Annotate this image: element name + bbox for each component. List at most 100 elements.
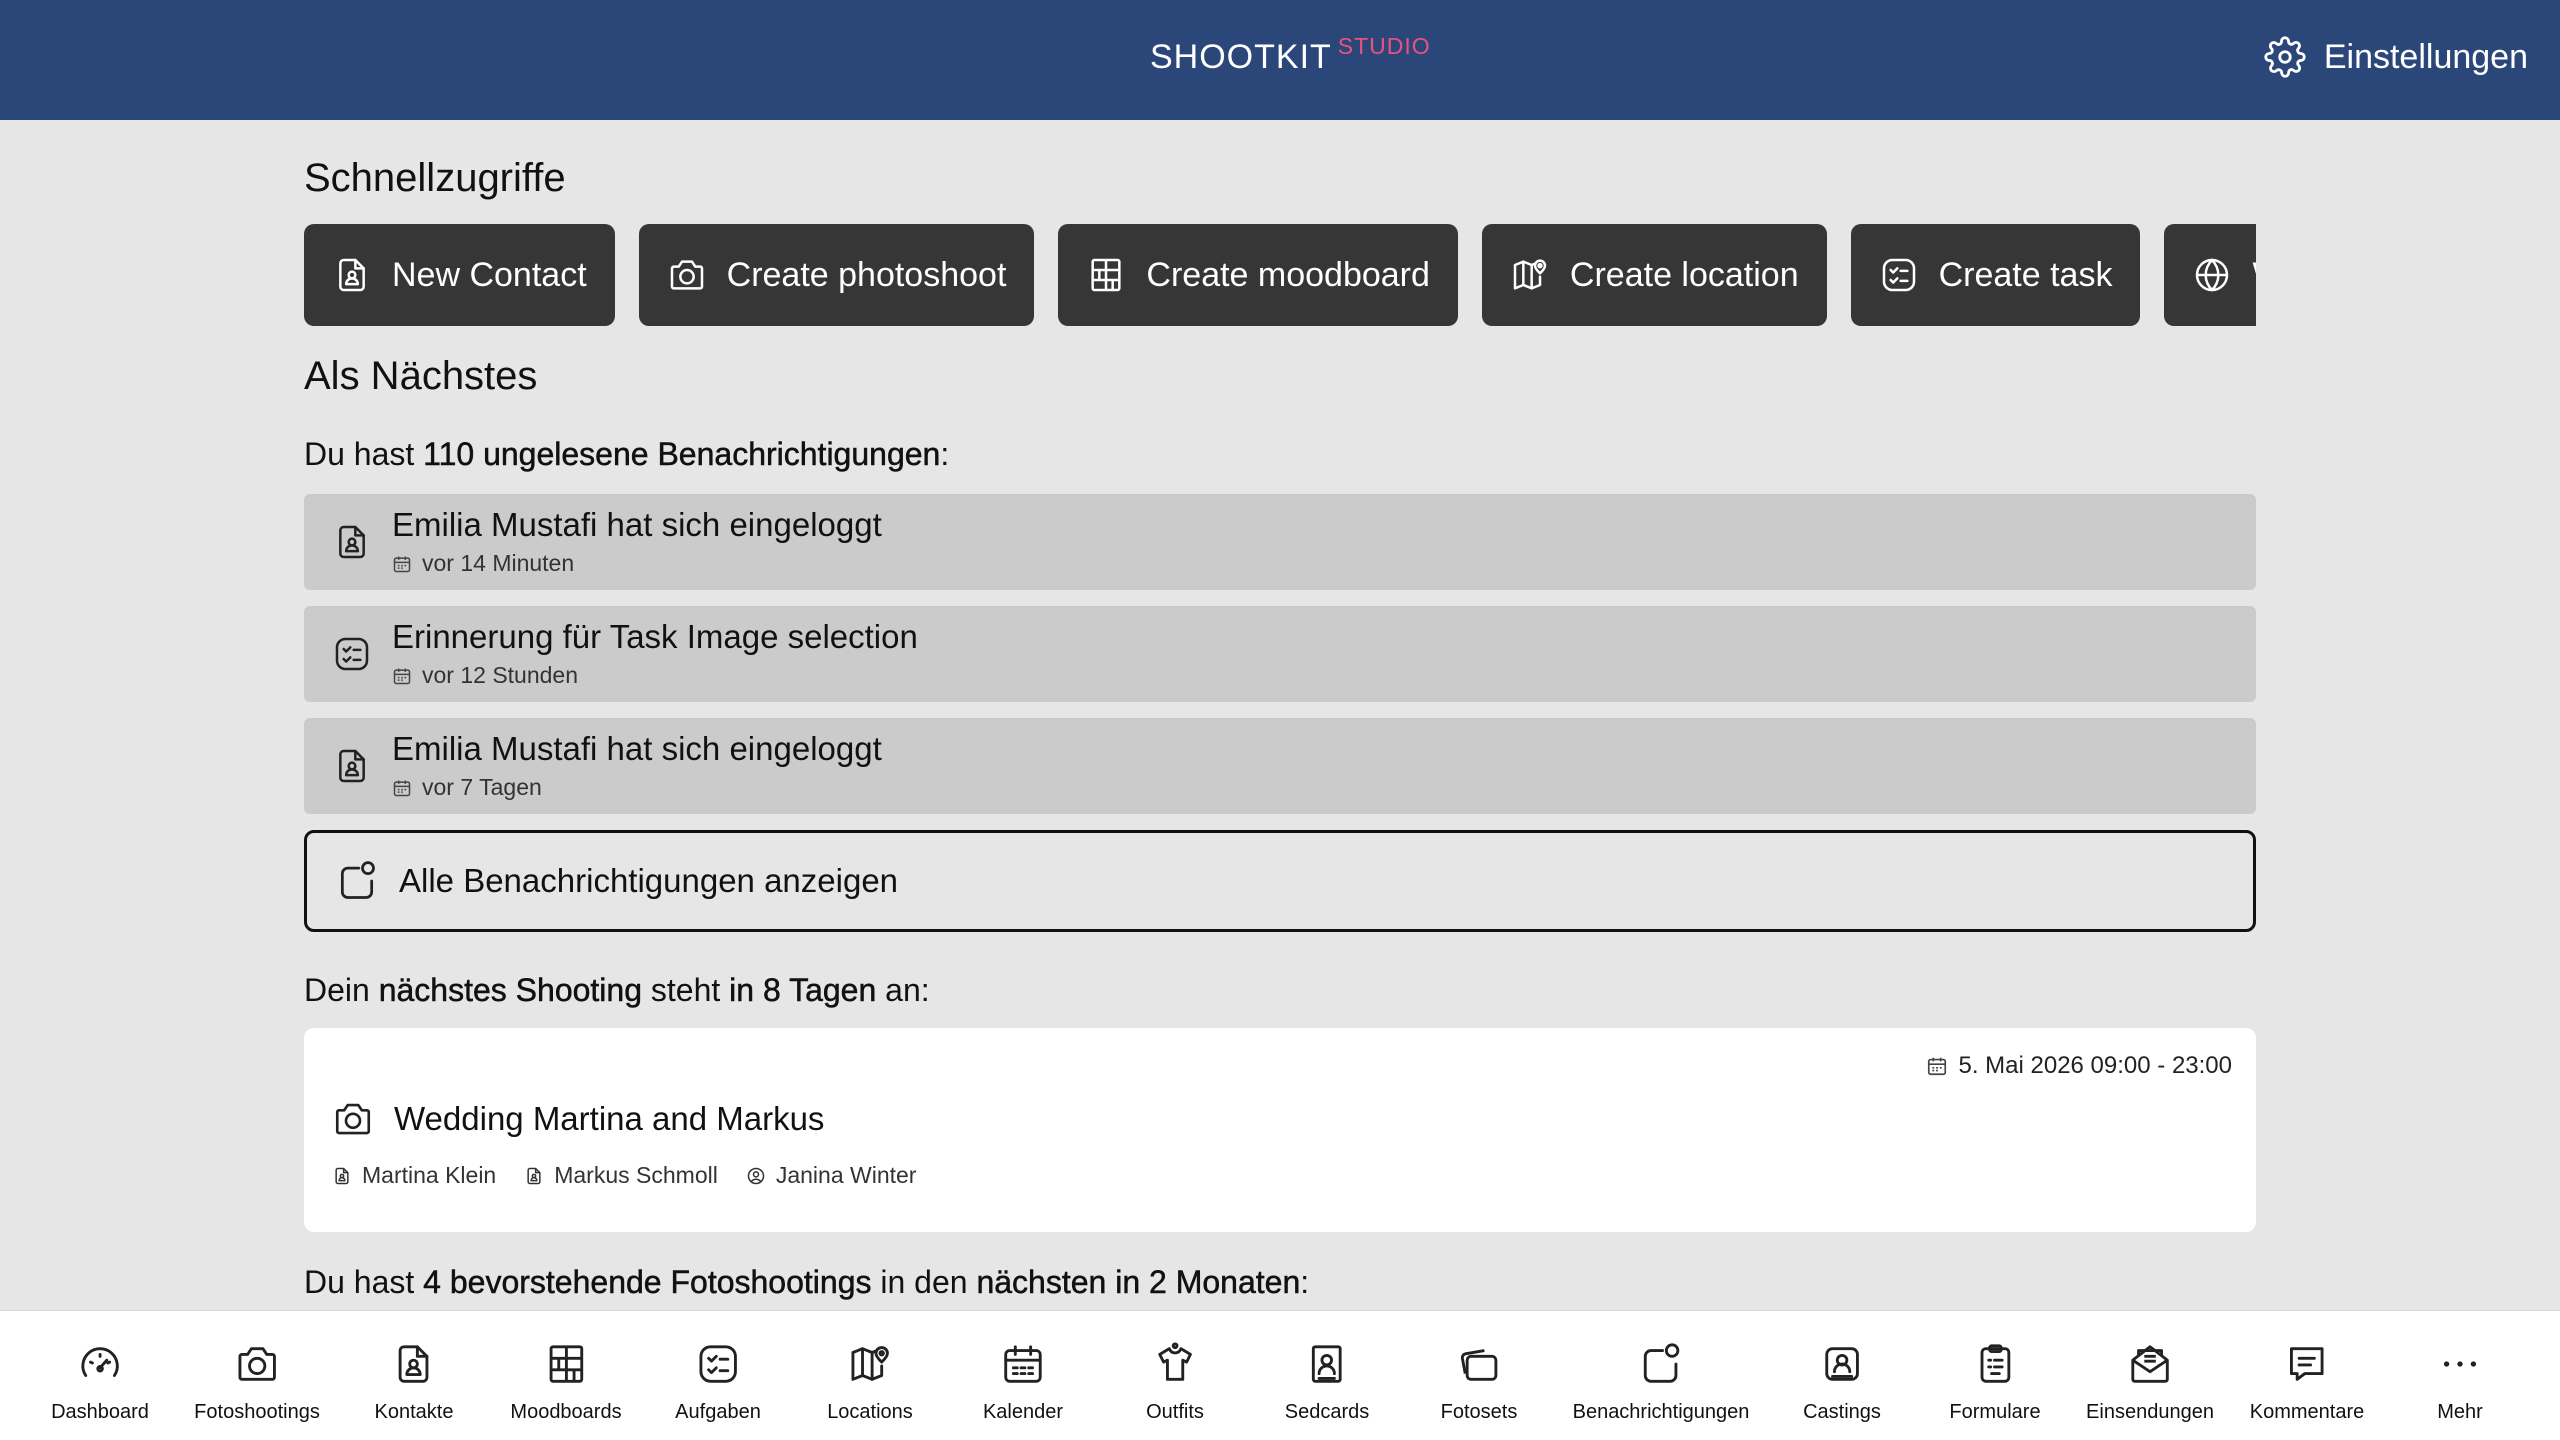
camera-icon xyxy=(238,1347,276,1381)
nav-label: Castings xyxy=(1803,1401,1881,1423)
contact-file-icon xyxy=(527,1167,541,1184)
mail-open-icon xyxy=(2131,1345,2169,1383)
camera-icon xyxy=(335,1103,371,1135)
main-content[interactable]: Schnellzugriffe New Contact Create photo… xyxy=(304,120,2256,1310)
nav-label: Kalender xyxy=(982,1401,1064,1423)
nav-submissions[interactable]: Einsendungen xyxy=(2086,1341,2214,1424)
contact-file-icon xyxy=(339,258,365,292)
notification-time: vor 7 Tagen xyxy=(392,774,542,801)
all-notifications-label: Alle Benachrichtigungen anzeigen xyxy=(399,862,899,899)
photosets-icon xyxy=(1461,1349,1498,1381)
notification-item[interactable]: Emilia Mustafi hat sich eingeloggt vor 7… xyxy=(304,718,2256,814)
create-task-button[interactable]: Create task xyxy=(1850,224,2141,326)
task-list-icon xyxy=(335,637,369,671)
next-section-title: Als Nächstes xyxy=(304,354,538,398)
intro-text: : xyxy=(940,436,950,472)
dashboard-gauge-icon xyxy=(81,1347,119,1377)
intro-strong: nächstes Shooting xyxy=(378,972,642,1009)
brand-logo[interactable]: SHOOTKIT STUDIO xyxy=(1150,33,1431,77)
shooting-title-text: Wedding Martina and Markus xyxy=(394,1100,825,1137)
intro-text: steht xyxy=(642,972,730,1008)
participant[interactable]: Markus Schmoll xyxy=(524,1162,718,1189)
nav-locations[interactable]: Locations xyxy=(827,1341,913,1424)
nav-label: Aufgaben xyxy=(675,1401,761,1423)
participant[interactable]: Janina Winter xyxy=(746,1162,917,1189)
settings-button[interactable]: Einstellungen xyxy=(2264,36,2528,78)
moodboard-grid-icon xyxy=(549,1345,583,1383)
create-moodboard-button[interactable]: Create moodboard xyxy=(1058,224,1458,326)
nav-label: Formulare xyxy=(1949,1401,2041,1423)
calendar-icon xyxy=(1004,1345,1042,1383)
more-dots-icon xyxy=(2443,1361,2477,1367)
nav-label: Dashboard xyxy=(51,1401,149,1423)
calendar-icon xyxy=(1928,1057,1947,1076)
participant-name: Martina Klein xyxy=(362,1162,497,1188)
map-pin-icon xyxy=(1513,259,1547,290)
nav-outfits[interactable]: Outfits xyxy=(1146,1341,1204,1424)
sedcard-icon xyxy=(1312,1345,1342,1383)
nav-label: Einsendungen xyxy=(2086,1401,2214,1423)
shooting-participants: Martina Klein Markus Schmoll Janina Wint… xyxy=(332,1162,916,1189)
notification-title: Erinnerung für Task Image selection xyxy=(392,618,918,655)
calendar-icon xyxy=(393,780,411,796)
contact-file-icon xyxy=(339,749,365,783)
nav-photoshoots[interactable]: Fotoshootings xyxy=(194,1341,320,1424)
settings-label: Einstellungen xyxy=(2323,37,2528,76)
intro-text: Du hast xyxy=(304,436,424,472)
brand-sup: STUDIO xyxy=(1337,33,1431,59)
create-moodboard-label: Create moodboard xyxy=(1146,255,1430,294)
nav-tasks[interactable]: Aufgaben xyxy=(675,1341,761,1424)
intro-text: an: xyxy=(876,972,930,1008)
intro-strong: nächsten in 2 Monaten xyxy=(976,1264,1301,1301)
nav-label: Sedcards xyxy=(1284,1401,1370,1423)
quick-access-row[interactable]: New Contact Create photoshoot Create moo… xyxy=(304,224,2256,326)
intro-strong: 4 bevorstehende Fotoshootings xyxy=(423,1264,872,1301)
nav-castings[interactable]: Castings xyxy=(1803,1341,1881,1424)
all-notifications-button[interactable]: Alle Benachrichtigungen anzeigen xyxy=(304,830,2256,932)
intro-text: in den xyxy=(871,1264,977,1300)
nav-forms[interactable]: Formulare xyxy=(1949,1341,2041,1424)
nav-calendar[interactable]: Kalender xyxy=(983,1341,1063,1424)
nav-sedcards[interactable]: Sedcards xyxy=(1284,1341,1370,1424)
nav-label: Kontakte xyxy=(374,1401,454,1423)
intro-text: : xyxy=(1300,1264,1310,1300)
create-photoshoot-button[interactable]: Create photoshoot xyxy=(638,224,1035,326)
shooting-intro: Dein nächstes Shooting steht in 8 Tagen … xyxy=(304,972,930,1009)
globe-icon xyxy=(2196,258,2229,292)
contact-file-icon xyxy=(399,1345,429,1383)
nav-label: Mehr xyxy=(2437,1401,2483,1423)
nav-label: Fotosets xyxy=(1440,1401,1518,1423)
nav-more[interactable]: Mehr xyxy=(2437,1341,2483,1424)
nav-dashboard[interactable]: Dashboard xyxy=(51,1341,149,1424)
nav-contacts[interactable]: Kontakte xyxy=(374,1341,454,1424)
nav-notifications[interactable]: Benachrichtigungen xyxy=(1573,1341,1749,1424)
nav-comments[interactable]: Kommentare xyxy=(2250,1341,2364,1424)
calendar-icon xyxy=(393,668,411,684)
calendar-icon xyxy=(393,556,411,572)
shooting-date: 5. Mai 2026 09:00 - 23:00 xyxy=(1926,1052,2232,1080)
participant[interactable]: Martina Klein xyxy=(332,1162,496,1189)
notification-item[interactable]: Emilia Mustafi hat sich eingeloggt vor 1… xyxy=(304,494,2256,590)
notification-time: vor 14 Minuten xyxy=(392,550,574,577)
nav-label: Outfits xyxy=(1146,1401,1204,1423)
next-shooting-card[interactable]: 5. Mai 2026 09:00 - 23:00 Wedding Martin… xyxy=(304,1028,2256,1232)
participant-name: Janina Winter xyxy=(775,1162,917,1188)
new-contact-button[interactable]: New Contact xyxy=(304,224,615,326)
nav-label: Moodboards xyxy=(510,1401,622,1423)
comment-icon xyxy=(2290,1347,2324,1381)
create-location-button[interactable]: Create location xyxy=(1481,224,1827,326)
nav-label: Fotoshootings xyxy=(194,1401,320,1423)
brand-name: SHOOTKIT xyxy=(1150,38,1332,76)
create-photoshoot-label: Create photoshoot xyxy=(726,255,1007,294)
intro-strong: in 8 Tagen xyxy=(729,972,877,1009)
clipboard-icon xyxy=(1980,1344,2010,1383)
notification-title: Emilia Mustafi hat sich eingeloggt xyxy=(392,506,882,543)
notification-item[interactable]: Erinnerung für Task Image selection vor … xyxy=(304,606,2256,702)
nav-photosets[interactable]: Fotosets xyxy=(1440,1341,1518,1424)
contact-file-icon xyxy=(335,1167,349,1184)
nav-moodboards[interactable]: Moodboards xyxy=(510,1341,622,1424)
gear-icon xyxy=(2264,36,2306,78)
shirt-icon xyxy=(1158,1342,1192,1381)
website-button[interactable]: W xyxy=(2164,224,2256,326)
top-header: SHOOTKIT STUDIO Einstellungen xyxy=(0,0,2560,120)
